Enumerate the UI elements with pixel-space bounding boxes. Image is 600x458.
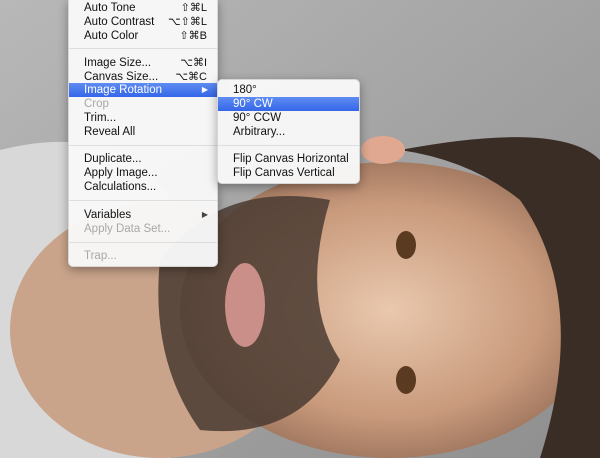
menu-item-label: Apply Data Set... xyxy=(84,223,171,235)
menu-item-image-size[interactable]: Image Size... ⌥⌘I xyxy=(69,56,217,70)
menu-item-trap: Trap... xyxy=(69,249,217,263)
menu-item-label: Flip Canvas Horizontal xyxy=(233,153,349,165)
menu-item-label: Auto Tone xyxy=(84,2,136,14)
menu-separator xyxy=(69,48,217,49)
menu-item-label: Apply Image... xyxy=(84,167,158,179)
menu-item-apply-data-set: Apply Data Set... xyxy=(69,222,217,236)
menu-item-label: 180° xyxy=(233,84,257,96)
menu-item-label: Auto Contrast xyxy=(84,16,155,28)
image-menu: Auto Tone ⇧⌘L Auto Contrast ⌥⇧⌘L Auto Colo… xyxy=(68,0,218,267)
menu-separator xyxy=(69,200,217,201)
shortcut-label: ⇧⌘L xyxy=(180,2,207,14)
submenu-arrow-icon: ▶ xyxy=(201,85,208,94)
shortcut-label: ⌥⌘C xyxy=(175,71,207,83)
submenu-arrow-icon: ▶ xyxy=(201,210,208,219)
menu-item-auto-tone[interactable]: Auto Tone ⇧⌘L xyxy=(69,1,217,15)
menu-item-label: Image Rotation xyxy=(84,84,162,96)
submenu-item-180[interactable]: 180° xyxy=(218,83,359,97)
menu-item-label: Canvas Size... xyxy=(84,71,159,83)
menu-separator xyxy=(69,242,217,243)
menu-item-label: Trap... xyxy=(84,250,117,262)
menu-item-label: Reveal All xyxy=(84,126,136,138)
menu-item-label: Variables xyxy=(84,209,132,221)
menu-separator xyxy=(218,145,359,146)
submenu-item-arbitrary[interactable]: Arbitrary... xyxy=(218,125,359,139)
menu-item-label: 90° CCW xyxy=(233,112,282,124)
menu-item-label: Duplicate... xyxy=(84,153,142,165)
shortcut-label: ⇧⌘B xyxy=(179,30,207,42)
menu-item-label: Arbitrary... xyxy=(233,126,286,138)
submenu-item-90-ccw[interactable]: 90° CCW xyxy=(218,111,359,125)
menu-item-auto-color[interactable]: Auto Color ⇧⌘B xyxy=(69,29,217,43)
menu-item-image-rotation[interactable]: Image Rotation ▶ xyxy=(69,83,217,97)
menu-item-apply-image[interactable]: Apply Image... xyxy=(69,166,217,180)
menu-item-crop: Crop xyxy=(69,97,217,111)
shortcut-label: ⌥⌘I xyxy=(180,57,207,69)
submenu-item-flip-vertical[interactable]: Flip Canvas Vertical xyxy=(218,166,359,180)
menu-item-variables[interactable]: Variables ▶ xyxy=(69,208,217,222)
menu-item-label: Trim... xyxy=(84,112,117,124)
menu-item-duplicate[interactable]: Duplicate... xyxy=(69,152,217,166)
menu-separator xyxy=(69,145,217,146)
menu-item-canvas-size[interactable]: Canvas Size... ⌥⌘C xyxy=(69,70,217,84)
menu-item-label: Image Size... xyxy=(84,57,152,69)
menu-item-auto-contrast[interactable]: Auto Contrast ⌥⇧⌘L xyxy=(69,15,217,29)
shortcut-label: ⌥⇧⌘L xyxy=(167,16,207,28)
menu-item-label: Flip Canvas Vertical xyxy=(233,167,335,179)
menu-item-label: Auto Color xyxy=(84,30,139,42)
submenu-item-flip-horizontal[interactable]: Flip Canvas Horizontal xyxy=(218,152,359,166)
submenu-item-90-cw[interactable]: 90° CW xyxy=(218,97,359,111)
menu-item-label: Calculations... xyxy=(84,181,157,193)
menu-item-calculations[interactable]: Calculations... xyxy=(69,180,217,194)
menu-item-label: Crop xyxy=(84,98,109,110)
menu-item-label: 90° CW xyxy=(233,98,273,110)
image-rotation-submenu: 180° 90° CW 90° CCW Arbitrary... Flip Ca… xyxy=(217,79,360,184)
menu-item-reveal-all[interactable]: Reveal All xyxy=(69,125,217,139)
menu-item-trim[interactable]: Trim... xyxy=(69,111,217,125)
